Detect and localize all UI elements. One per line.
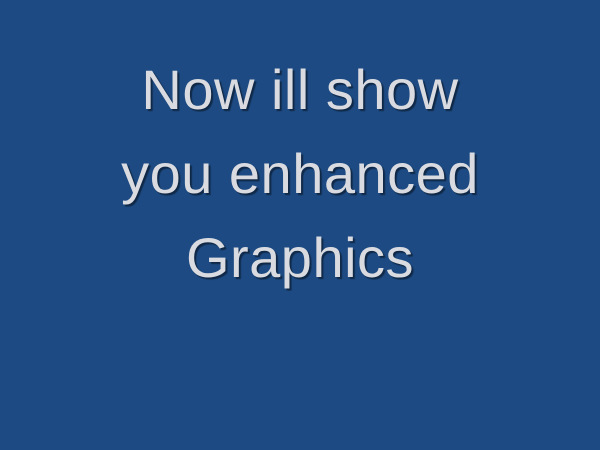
title-line-1: Now ill show [141,58,459,121]
title-line-2: you enhanced [121,142,479,205]
slide-title: Now ill show you enhanced Graphics [0,48,600,300]
slide: Now ill show you enhanced Graphics [0,0,600,450]
title-line-3: Graphics [185,226,415,289]
